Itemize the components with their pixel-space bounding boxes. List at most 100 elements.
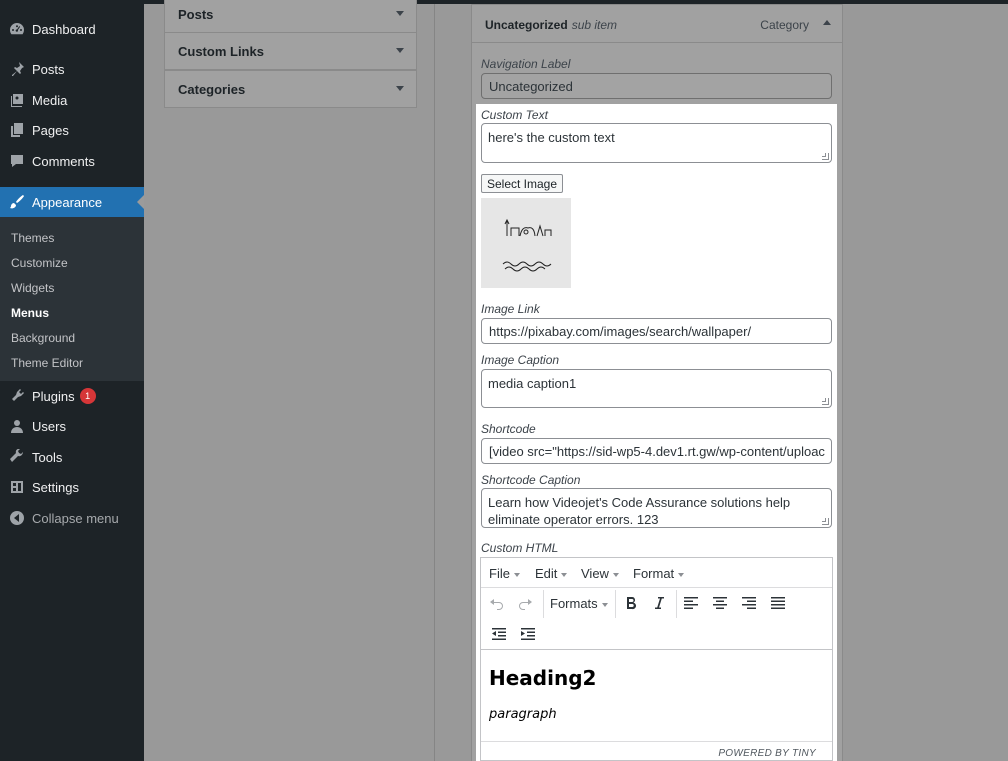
menu-item-title: Uncategorized sub item bbox=[485, 18, 617, 32]
submenu-item-customize[interactable]: Customize bbox=[11, 256, 68, 270]
menu-item-header[interactable]: Uncategorized sub item Category bbox=[471, 4, 843, 43]
sidebar-item-appearance[interactable]: Appearance bbox=[0, 187, 144, 217]
sidebar-item-label: Dashboard bbox=[32, 21, 96, 37]
menu-edit-label: Edit bbox=[535, 566, 558, 581]
plugin-icon bbox=[9, 388, 25, 404]
sidebar-item-label: Appearance bbox=[32, 194, 103, 210]
shortcode-caption-textarea[interactable]: Learn how Videojet's Code Assurance solu… bbox=[481, 488, 832, 528]
pin-icon bbox=[9, 61, 25, 77]
menu-item-title-text: Uncategorized bbox=[485, 18, 568, 32]
editor-menubar: File Edit View Format bbox=[481, 558, 832, 588]
menu-item-subtitle: sub item bbox=[571, 18, 618, 32]
custom-html-label: Custom HTML bbox=[481, 541, 559, 555]
menu-item-type: Category bbox=[760, 18, 809, 32]
chevron-up-icon[interactable] bbox=[823, 20, 831, 25]
collapse-menu-button[interactable]: Collapse menu bbox=[0, 503, 144, 533]
sidebar-item-label: Collapse menu bbox=[32, 510, 119, 526]
select-image-button[interactable]: Select Image bbox=[481, 174, 563, 193]
shortcode-label: Shortcode bbox=[481, 422, 536, 436]
submenu-item-themes[interactable]: Themes bbox=[11, 231, 54, 245]
column-divider bbox=[434, 4, 435, 761]
submenu-item-menus[interactable]: Menus bbox=[11, 306, 49, 320]
sidebar-item-label: Settings bbox=[32, 479, 79, 495]
caret-down-icon bbox=[678, 572, 685, 577]
menu-file[interactable]: File bbox=[489, 566, 520, 581]
align-justify-icon[interactable] bbox=[766, 591, 790, 615]
image-link-input[interactable]: https://pixabay.com/images/search/wallpa… bbox=[481, 318, 832, 344]
custom-text-label: Custom Text bbox=[481, 108, 548, 122]
navigation-label-label: Navigation Label bbox=[481, 57, 571, 71]
menu-edit[interactable]: Edit bbox=[535, 566, 568, 581]
menu-format[interactable]: Format bbox=[633, 566, 685, 581]
align-left-icon[interactable] bbox=[679, 591, 703, 615]
submenu-item-theme-editor[interactable]: Theme Editor bbox=[11, 356, 83, 370]
undo-icon[interactable] bbox=[485, 591, 509, 615]
image-caption-value: media caption1 bbox=[488, 376, 577, 391]
toolbar-separator bbox=[543, 590, 544, 618]
image-thumbnail[interactable] bbox=[481, 198, 571, 288]
accordion-title: Posts bbox=[178, 7, 214, 22]
shortcode-caption-value: Learn how Videojet's Code Assurance solu… bbox=[488, 495, 791, 527]
sidebar-item-label: Tools bbox=[32, 449, 63, 465]
navigation-label-input[interactable]: Uncategorized bbox=[481, 73, 832, 99]
sidebar-item-posts[interactable]: Posts bbox=[0, 54, 144, 84]
accordion-custom-links[interactable]: Custom Links bbox=[164, 32, 417, 70]
powered-by-tiny-link[interactable]: POWERED BY TINY bbox=[718, 748, 816, 759]
sidebar-item-label: Users bbox=[32, 418, 66, 434]
sidebar-item-label: Posts bbox=[32, 61, 65, 77]
editor-heading: Heading2 bbox=[489, 666, 597, 690]
resize-handle-icon[interactable] bbox=[822, 153, 829, 160]
chevron-down-icon bbox=[396, 11, 404, 16]
accordion-posts[interactable]: Posts bbox=[164, 0, 417, 33]
resize-handle-icon[interactable] bbox=[822, 398, 829, 405]
sidebar-item-label: Plugins bbox=[32, 388, 75, 404]
sidebar-item-media[interactable]: Media bbox=[0, 85, 144, 115]
editor-content-area[interactable]: Heading2 paragraph bbox=[481, 650, 832, 740]
sidebar-item-label: Pages bbox=[32, 122, 69, 138]
redo-icon[interactable] bbox=[513, 591, 537, 615]
accordion-title: Categories bbox=[178, 82, 246, 97]
accordion-categories[interactable]: Categories bbox=[164, 70, 417, 108]
menu-view[interactable]: View bbox=[581, 566, 619, 581]
italic-icon[interactable] bbox=[647, 591, 671, 615]
formats-dropdown[interactable]: Formats bbox=[550, 596, 608, 611]
align-center-icon[interactable] bbox=[708, 591, 732, 615]
sidebar-item-users[interactable]: Users bbox=[0, 411, 144, 441]
toolbar-separator bbox=[676, 590, 677, 618]
sidebar-item-tools[interactable]: Tools bbox=[0, 442, 144, 472]
collapse-icon bbox=[9, 510, 25, 526]
custom-text-textarea[interactable]: here's the custom text bbox=[481, 123, 832, 163]
caret-down-icon bbox=[612, 572, 619, 577]
align-right-icon[interactable] bbox=[737, 591, 761, 615]
editor-paragraph: paragraph bbox=[489, 707, 557, 722]
caret-down-icon bbox=[561, 572, 568, 577]
sidebar-item-dashboard[interactable]: Dashboard bbox=[0, 14, 144, 44]
indent-icon[interactable] bbox=[516, 622, 540, 646]
caret-down-icon bbox=[601, 602, 608, 607]
sidebar-item-pages[interactable]: Pages bbox=[0, 115, 144, 145]
sidebar-item-settings[interactable]: Settings bbox=[0, 472, 144, 502]
brush-icon bbox=[9, 194, 25, 210]
sidebar-item-comments[interactable]: Comments bbox=[0, 146, 144, 176]
sidebar-item-label: Media bbox=[32, 92, 68, 108]
chevron-down-icon bbox=[396, 86, 404, 91]
admin-sidebar: Dashboard Posts Media Pages Comments App… bbox=[0, 4, 144, 761]
image-caption-textarea[interactable]: media caption1 bbox=[481, 369, 832, 408]
editor-toolbar: Formats bbox=[481, 588, 832, 650]
wrench-icon bbox=[9, 449, 25, 465]
living-simply-logo-image bbox=[481, 198, 571, 288]
user-icon bbox=[9, 418, 25, 434]
resize-handle-icon[interactable] bbox=[822, 518, 829, 525]
outdent-icon[interactable] bbox=[487, 622, 511, 646]
submenu-item-background[interactable]: Background bbox=[11, 331, 75, 345]
shortcode-input[interactable]: [video src="https://sid-wp5-4.dev1.rt.gw… bbox=[481, 438, 832, 464]
bold-icon[interactable] bbox=[619, 591, 643, 615]
settings-icon bbox=[9, 479, 25, 495]
image-caption-label: Image Caption bbox=[481, 353, 560, 367]
menu-view-label: View bbox=[581, 566, 609, 581]
sidebar-item-plugins[interactable]: Plugins 1 bbox=[0, 381, 144, 411]
menu-format-label: Format bbox=[633, 566, 675, 581]
submenu-item-widgets[interactable]: Widgets bbox=[11, 281, 54, 295]
update-count-badge: 1 bbox=[79, 388, 96, 404]
html-editor: File Edit View Format Formats Heading2 p… bbox=[480, 557, 833, 761]
